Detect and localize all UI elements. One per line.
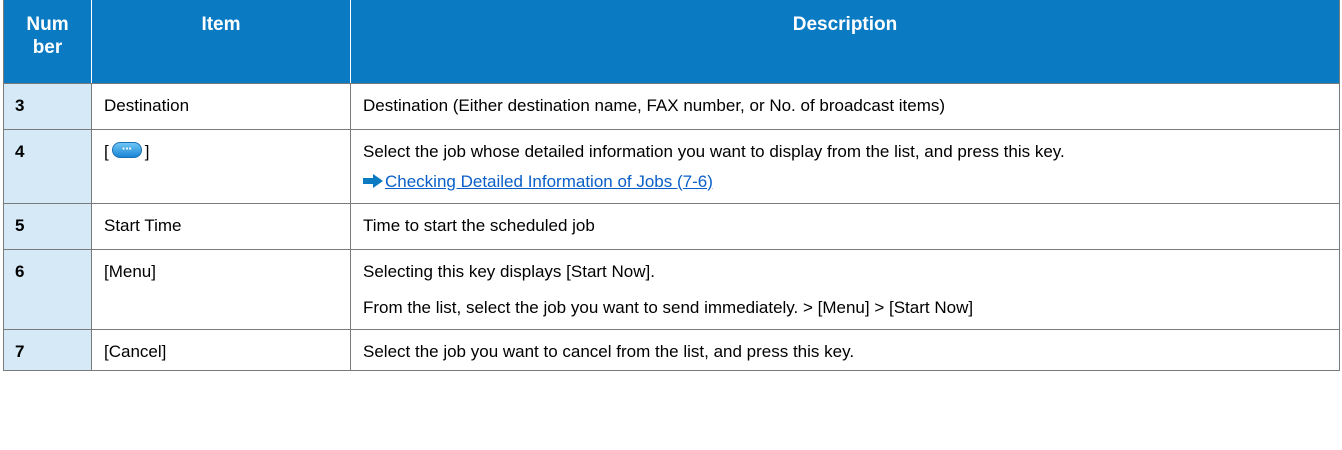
description-text: Destination (Either destination name, FA…	[363, 95, 946, 115]
row-number: 4	[3, 128, 92, 204]
row-description: Time to start the scheduled job	[350, 202, 1340, 250]
reference-link[interactable]: Checking Detailed Information of Jobs (7…	[385, 172, 713, 191]
table-row: 5 Start Time Time to start the scheduled…	[3, 202, 1340, 250]
row-item: []	[91, 128, 351, 204]
row-item: Start Time	[91, 202, 351, 250]
reference-line: Checking Detailed Information of Jobs (7…	[363, 171, 1327, 193]
table-header-row: Num ber Item Description	[3, 0, 1340, 84]
description-text: Select the job whose detailed informatio…	[363, 141, 1065, 161]
row-number: 7	[3, 328, 92, 371]
description-text: Selecting this key displays [Start Now].	[363, 261, 655, 281]
row-number: 6	[3, 248, 92, 330]
table-row: 7 [Cancel] Select the job you want to ca…	[3, 328, 1340, 371]
row-number: 5	[3, 202, 92, 250]
row-item: [Cancel]	[91, 328, 351, 371]
arrow-right-icon	[363, 173, 383, 188]
item-bracket-close: ]	[144, 141, 150, 161]
row-description: Selecting this key displays [Start Now].…	[350, 248, 1340, 330]
ellipsis-key-icon	[111, 138, 142, 160]
row-item: [Menu]	[91, 248, 351, 330]
table-row: 3 Destination Destination (Either destin…	[3, 82, 1340, 130]
header-item: Item	[91, 0, 351, 84]
row-number: 3	[3, 82, 92, 130]
table-row: 6 [Menu] Selecting this key displays [St…	[3, 248, 1340, 330]
job-info-table: Num ber Item Description 3 Destination De…	[3, 0, 1340, 371]
row-description: Select the job whose detailed informatio…	[350, 128, 1340, 204]
description-text: Time to start the scheduled job	[363, 215, 595, 235]
table-row: 4 [] Select the job whose detailed infor…	[3, 128, 1340, 204]
row-description: Destination (Either destination name, FA…	[350, 82, 1340, 130]
header-description: Description	[350, 0, 1340, 84]
description-text: From the list, select the job you want t…	[363, 297, 974, 317]
row-description: Select the job you want to cancel from t…	[350, 328, 1340, 371]
description-text: Select the job you want to cancel from t…	[363, 341, 855, 361]
header-number: Num ber	[3, 0, 92, 84]
item-bracket-open: [	[104, 141, 109, 161]
row-item: Destination	[91, 82, 351, 130]
